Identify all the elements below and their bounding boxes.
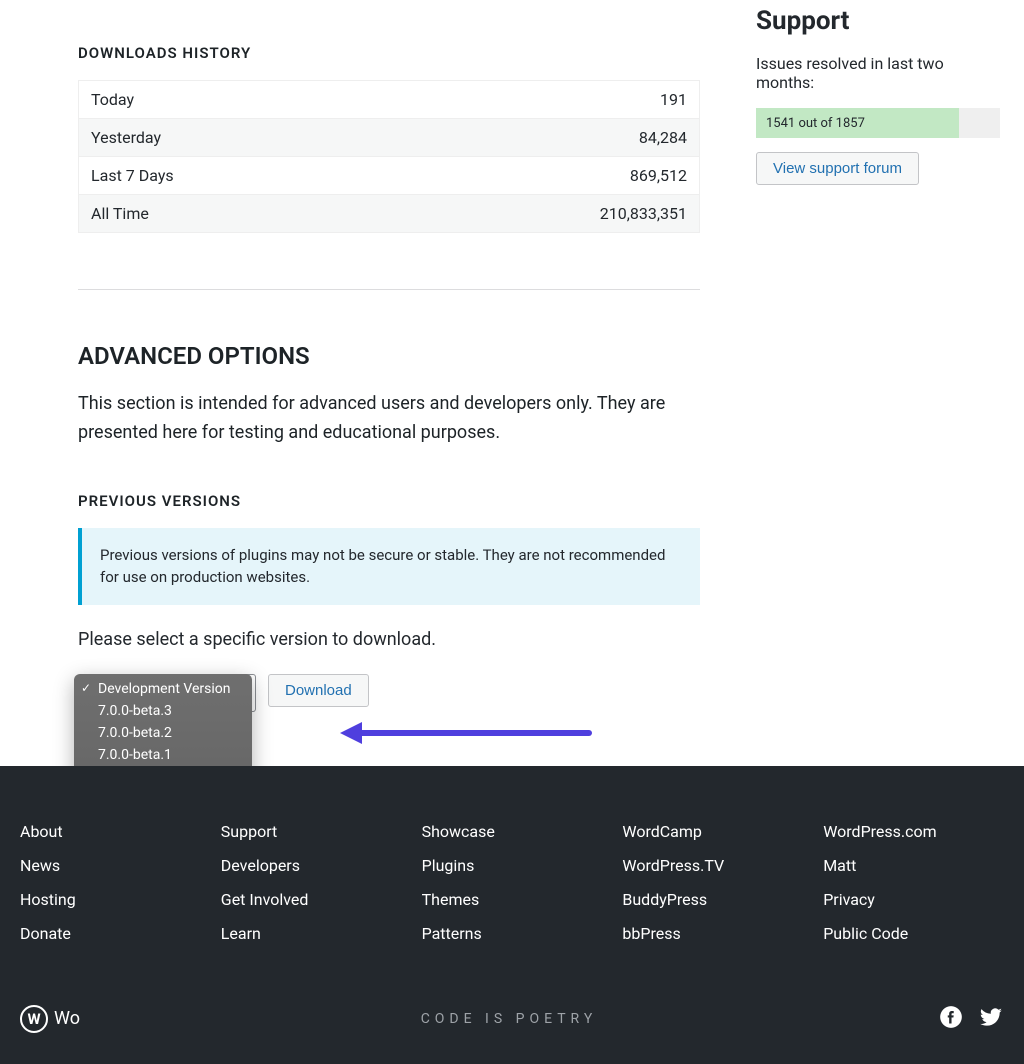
twitter-icon[interactable] [978, 1004, 1004, 1034]
footer-link[interactable]: Privacy [823, 890, 1004, 909]
advanced-options-description: This section is intended for advanced us… [78, 390, 700, 448]
version-option[interactable]: 7.0.0-beta.2 [74, 722, 252, 744]
footer-link[interactable]: Donate [20, 924, 201, 943]
facebook-icon[interactable] [938, 1004, 964, 1034]
footer-link[interactable]: WordPress.com [823, 822, 1004, 841]
version-option[interactable]: 7.0.0-beta.1 [74, 744, 252, 766]
table-cell-label: Last 7 Days [79, 157, 383, 195]
footer-link[interactable]: Public Code [823, 924, 1004, 943]
table-cell-value: 84,284 [383, 119, 700, 157]
support-heading: Support [756, 6, 1000, 36]
footer-link[interactable]: Get Involved [221, 890, 402, 909]
table-cell-label: Today [79, 81, 383, 119]
view-support-forum-button[interactable]: View support forum [756, 152, 919, 185]
table-cell-label: Yesterday [79, 119, 383, 157]
version-option[interactable]: 7.0.0-beta.3 [74, 700, 252, 722]
previous-versions-heading: PREVIOUS VERSIONS [78, 492, 700, 510]
footer-link[interactable]: News [20, 856, 201, 875]
downloads-table: Today191Yesterday84,284Last 7 Days869,51… [78, 80, 700, 233]
support-ratio-fill: 1541 out of 1857 [756, 108, 959, 138]
footer-link[interactable]: bbPress [622, 924, 803, 943]
wordpress-logo-icon: W [20, 1005, 48, 1033]
footer-link[interactable]: BuddyPress [622, 890, 803, 909]
footer-link[interactable]: Patterns [422, 924, 603, 943]
wordpress-logo[interactable]: W Wo [20, 1005, 80, 1033]
footer-link[interactable]: WordCamp [622, 822, 803, 841]
footer: About News Hosting Donate Support Developers G… [0, 766, 1024, 1064]
table-cell-value: 869,512 [383, 157, 700, 195]
table-row: All Time210,833,351 [79, 195, 700, 233]
divider [78, 289, 700, 290]
footer-link[interactable]: Developers [221, 856, 402, 875]
footer-link[interactable]: About [20, 822, 201, 841]
table-cell-value: 191 [383, 81, 700, 119]
footer-link[interactable]: Support [221, 822, 402, 841]
footer-link[interactable]: Plugins [422, 856, 603, 875]
wordpress-logo-text: Wo [54, 1008, 80, 1029]
advanced-options-heading: ADVANCED OPTIONS [78, 342, 700, 370]
footer-link[interactable]: WordPress.TV [622, 856, 803, 875]
downloads-history-heading: DOWNLOADS HISTORY [78, 44, 700, 62]
footer-link[interactable]: Matt [823, 856, 1004, 875]
table-row: Last 7 Days869,512 [79, 157, 700, 195]
footer-link[interactable]: Showcase [422, 822, 603, 841]
support-issues-text: Issues resolved in last two months: [756, 54, 1000, 92]
code-is-poetry: CODE IS POETRY [80, 1011, 938, 1027]
table-row: Yesterday84,284 [79, 119, 700, 157]
annotation-arrow [340, 722, 600, 742]
previous-versions-notice: Previous versions of plugins may not be … [78, 528, 700, 605]
footer-link[interactable]: Hosting [20, 890, 201, 909]
table-cell-label: All Time [79, 195, 383, 233]
download-button[interactable]: Download [268, 674, 369, 707]
version-option[interactable]: ✓Development Version [74, 678, 252, 700]
select-version-text: Please select a specific version to down… [78, 629, 700, 650]
footer-link[interactable]: Themes [422, 890, 603, 909]
support-ratio-bar: 1541 out of 1857 [756, 108, 1000, 138]
table-row: Today191 [79, 81, 700, 119]
check-icon: ✓ [81, 681, 91, 695]
footer-link[interactable]: Learn [221, 924, 402, 943]
support-ratio-text: 1541 out of 1857 [766, 116, 865, 131]
table-cell-value: 210,833,351 [383, 195, 700, 233]
